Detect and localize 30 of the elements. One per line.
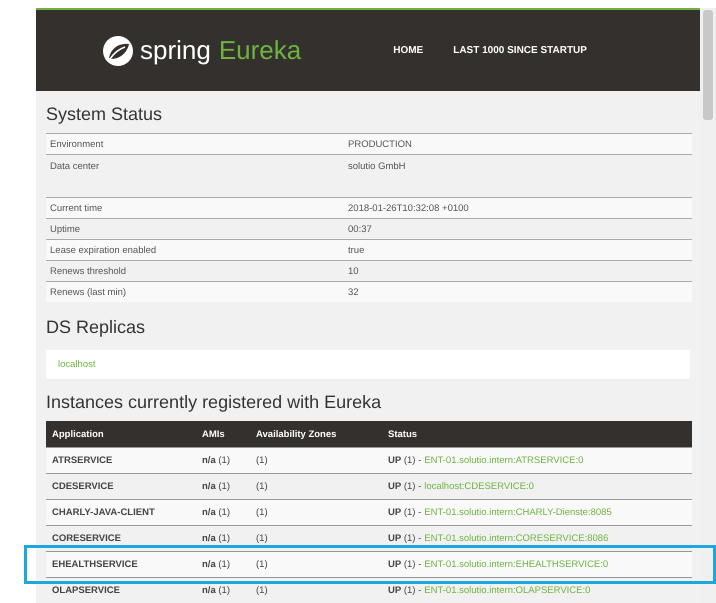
leaf-logo-icon (102, 34, 134, 66)
instance-link[interactable]: ENT-01.solutio.intern:OLAPSERVICE:0 (424, 585, 590, 596)
section-title: Instances currently registered with Eureka (46, 391, 382, 414)
table-cell: 32 (344, 282, 692, 302)
instance-link[interactable]: localhost:CDESERVICE:0 (424, 481, 534, 492)
column-header: AMIs (196, 421, 250, 448)
status-text: UP (1) - (388, 533, 422, 544)
instance-link[interactable]: ENT-01.solutio.intern:ATRSERVICE:0 (424, 455, 584, 466)
scrollbar[interactable] (700, 8, 716, 603)
instance-link[interactable]: ENT-01.solutio.intern:EHEALTHSERVICE:0 (424, 559, 608, 570)
product-name: Eureka (218, 35, 302, 66)
brand-name: spring (140, 35, 211, 66)
nav-link[interactable]: HOME (393, 45, 424, 56)
column-header: Availability Zones (250, 421, 382, 448)
section-title: System Status (46, 103, 164, 126)
table-cell: Data center (46, 154, 344, 195)
status-text: UP (1) - (388, 507, 422, 518)
replica-link[interactable]: localhost (58, 359, 96, 370)
table-cell: solutio GmbH (344, 154, 692, 195)
section-title: DS Replicas (46, 316, 146, 339)
status-text: UP (1) - (388, 455, 422, 466)
column-header: Status (382, 421, 692, 448)
column-header: Application (46, 421, 196, 448)
status-text: UP (1) - (388, 481, 422, 492)
nav-link[interactable]: LAST 1000 SINCE STARTUP (453, 45, 587, 56)
status-text: UP (1) - (388, 585, 422, 596)
instance-link[interactable]: ENT-01.solutio.intern:CORESERVICE:8086 (424, 533, 608, 544)
table-cell: Renews (last min) (46, 282, 344, 302)
instance-link[interactable]: ENT-01.solutio.intern:CHARLY-Dienste:8085 (424, 507, 612, 518)
status-text: UP (1) - (388, 559, 422, 570)
